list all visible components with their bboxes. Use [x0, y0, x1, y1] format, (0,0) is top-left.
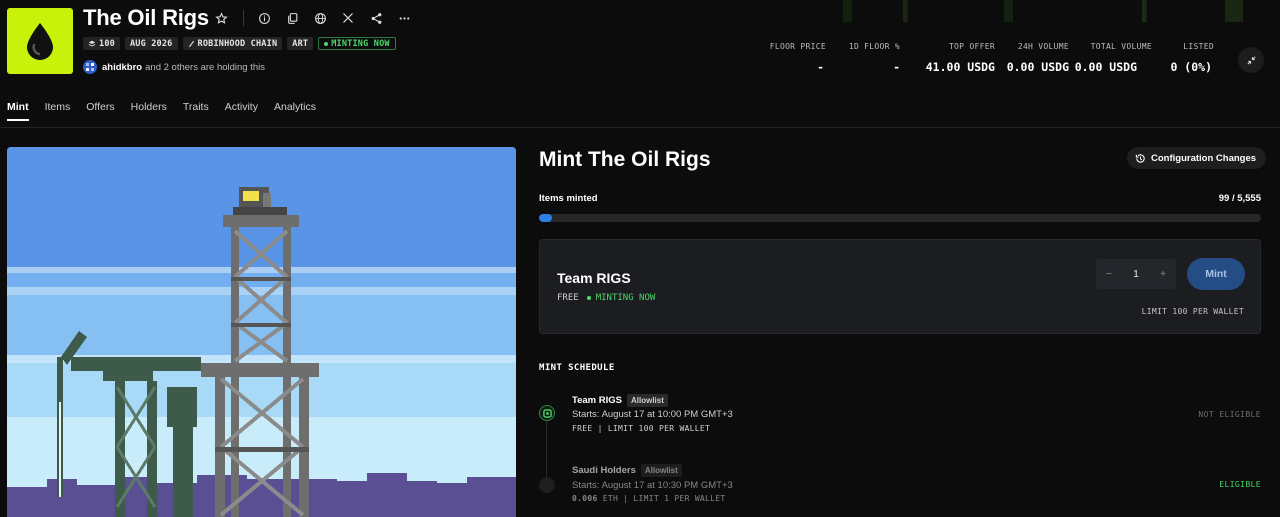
copy-icon[interactable] — [282, 8, 302, 28]
info-icon[interactable] — [254, 8, 274, 28]
layers-icon — [88, 40, 96, 46]
collection-badges: 100 AUG 2026 ROBINHOOD CHAIN ART MINTING… — [83, 37, 396, 50]
oil-drop-icon — [27, 23, 53, 60]
holders-summary: ahidkbro and 2 others are holding this — [83, 60, 265, 74]
supply-badge: 100 — [83, 37, 120, 50]
phase-active-icon — [539, 405, 555, 421]
x-twitter-icon[interactable] — [338, 8, 358, 28]
share-icon[interactable] — [366, 8, 386, 28]
phase-meta: FREE MINTING NOW — [557, 293, 655, 303]
stat-1d-floor: 1D FLOOR % - — [848, 42, 900, 74]
feather-icon — [188, 40, 194, 47]
holders-text: and 2 others are holding this — [145, 61, 266, 73]
schedule-phase-1[interactable]: Team RIGS Allowlist — [572, 394, 668, 407]
status-dot-icon — [586, 296, 591, 300]
phase-start-time: Starts: August 17 at 10:00 PM GMT+3 — [572, 409, 733, 420]
tab-traits[interactable]: Traits — [183, 96, 209, 121]
increment-button[interactable]: + — [1160, 269, 1166, 280]
mint-button[interactable]: Mint — [1187, 258, 1245, 290]
quantity-value[interactable]: 1 — [1133, 269, 1139, 280]
decrement-button[interactable]: − — [1106, 269, 1112, 280]
tab-activity[interactable]: Activity — [225, 96, 258, 121]
schedule-timeline — [546, 418, 547, 482]
active-mint-card: Team RIGS FREE MINTING NOW − 1 + Mint LI… — [539, 239, 1261, 334]
eligibility-status: ELIGIBLE — [1219, 480, 1261, 489]
schedule-phase-2[interactable]: Saudi Holders Allowlist — [572, 464, 682, 477]
configuration-changes-button[interactable]: Configuration Changes — [1127, 147, 1267, 169]
tab-items[interactable]: Items — [45, 96, 71, 121]
mint-progress-fill — [539, 214, 552, 222]
allowlist-tag: Allowlist — [626, 394, 668, 407]
phase-price-amount: 0.006 — [572, 494, 598, 503]
allowlist-tag: Allowlist — [640, 464, 682, 477]
status-dot-icon — [324, 41, 329, 46]
date-badge: AUG 2026 — [124, 37, 178, 50]
phase-status: MINTING NOW — [586, 293, 655, 303]
stat-total-volume: TOTAL VOLUME 0.00 USDG — [1074, 42, 1152, 74]
avatar[interactable] — [83, 60, 97, 74]
tab-mint[interactable]: Mint — [7, 96, 29, 121]
collection-artwork — [7, 147, 516, 517]
minting-status-badge: MINTING NOW — [318, 37, 396, 50]
collection-logo — [7, 8, 73, 74]
phase-price-limit: FREE | LIMIT 100 PER WALLET — [572, 424, 711, 433]
phase-price-limit: 0.006 ETH | LIMIT 1 PER WALLET — [572, 494, 726, 503]
chain-badge[interactable]: ROBINHOOD CHAIN — [182, 37, 283, 50]
collapse-icon — [1246, 55, 1256, 65]
stat-floor-price: FLOOR PRICE - — [769, 42, 826, 74]
mint-progress-bar — [539, 214, 1261, 222]
header-divider — [0, 127, 1280, 128]
more-icon[interactable] — [394, 8, 414, 28]
stat-top-offer: TOP OFFER 41.00 USDG — [925, 42, 995, 74]
tab-analytics[interactable]: Analytics — [274, 96, 316, 121]
title-actions — [211, 8, 422, 28]
phase-pending-icon — [539, 477, 555, 493]
stat-24h-volume: 24H VOLUME 0.00 USDG — [1006, 42, 1069, 74]
holder-username[interactable]: ahidkbro — [102, 62, 142, 73]
header-decoration — [820, 0, 1280, 22]
eligibility-status: NOT ELIGIBLE — [1198, 410, 1261, 419]
collection-header: The Oil Rigs 100 AUG 2026 ROBINHOOD CHAI… — [0, 0, 1280, 128]
divider — [243, 10, 244, 26]
quantity-stepper: − 1 + — [1096, 259, 1176, 289]
globe-icon[interactable] — [310, 8, 330, 28]
expand-button[interactable] — [1238, 47, 1264, 73]
category-badge[interactable]: ART — [287, 37, 314, 50]
oil-rig-image — [7, 147, 516, 517]
phase-name: Team RIGS — [557, 270, 631, 286]
mint-title: Mint The Oil Rigs — [539, 148, 711, 171]
phase-start-time: Starts: August 17 at 10:30 PM GMT+3 — [572, 480, 733, 491]
tab-offers[interactable]: Offers — [86, 96, 114, 121]
progress-label: Items minted — [539, 193, 598, 204]
tab-holders[interactable]: Holders — [131, 96, 167, 121]
collection-tabs: Mint Items Offers Holders Traits Activit… — [0, 96, 324, 126]
wallet-limit: LIMIT 100 PER WALLET — [1141, 307, 1244, 316]
progress-count: 99 / 5,555 — [1218, 193, 1261, 204]
stat-listed: LISTED 0 (0%) — [1170, 42, 1214, 74]
mint-schedule-title: MINT SCHEDULE — [539, 363, 615, 373]
collection-title: The Oil Rigs — [83, 5, 209, 30]
history-icon — [1135, 153, 1145, 163]
phase-price: FREE — [557, 293, 579, 303]
star-icon[interactable] — [211, 8, 231, 28]
